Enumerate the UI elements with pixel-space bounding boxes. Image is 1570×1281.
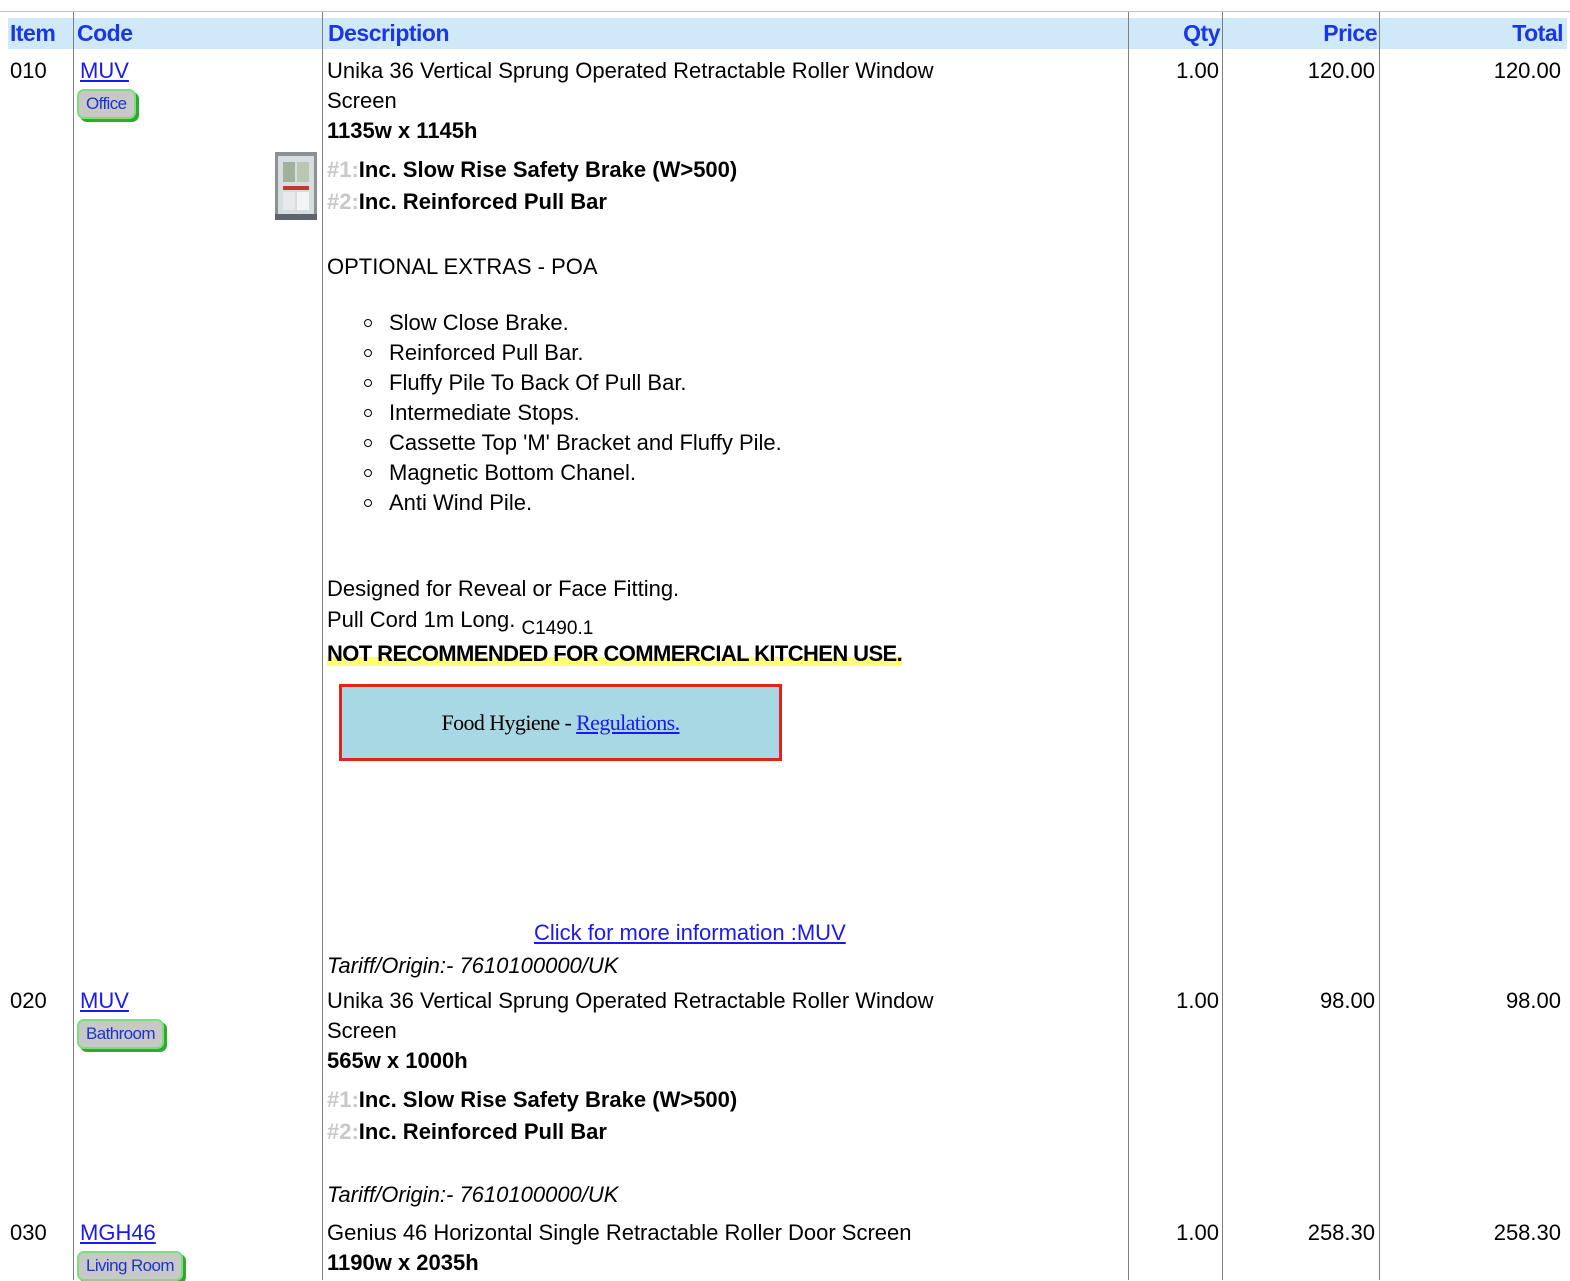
product-thumbnail[interactable] [275,152,317,220]
item-description: Unika 36 Vertical Sprung Operated Retrac… [327,58,934,83]
option-line: #2:Inc. Reinforced Pull Bar [327,189,607,215]
fitting-note: Designed for Reveal or Face Fitting. [327,576,680,601]
warning-highlight: NOT RECOMMENDED FOR COMMERCIAL KITCHEN U… [327,641,903,666]
option-number: #1: [327,1087,359,1112]
item-number: 010 [10,58,47,83]
extras-list: Slow Close Brake. Reinforced Pull Bar. F… [364,308,782,518]
regulations-link[interactable]: Regulations. [576,710,680,735]
pull-cord-note: Pull Cord 1m Long. [327,607,516,632]
reference-code: C1490.1 [521,618,594,639]
item-number: 030 [10,1220,47,1245]
product-code-link[interactable]: MGH46 [80,1220,156,1246]
item-total: 98.00 [1505,988,1561,1013]
item-total: 258.30 [1493,1220,1561,1245]
extras-heading: OPTIONAL EXTRAS - POA [327,254,598,279]
list-item: Slow Close Brake. [364,308,782,338]
option-text: Inc. Reinforced Pull Bar [358,189,607,214]
item-total: 120.00 [1493,58,1561,83]
hygiene-text: Food Hygiene - [441,710,577,735]
item-description: Unika 36 Vertical Sprung Operated Retrac… [327,988,934,1013]
column-divider [1222,12,1223,1280]
item-size: 565w x 1000h [327,1048,468,1073]
option-text: Inc. Slow Rise Safety Brake (W>500) [358,157,738,182]
item-price: 98.00 [1319,988,1375,1013]
list-item: Anti Wind Pile. [364,488,782,518]
column-divider [322,12,323,1280]
header-price: Price [1323,20,1377,46]
column-divider [73,12,74,1280]
column-divider [1128,12,1129,1280]
product-code-link[interactable]: MUV [80,988,129,1014]
list-item: Intermediate Stops. [364,398,782,428]
tariff-origin: Tariff/Origin:- 7610100000/UK [327,953,619,978]
column-divider [1379,12,1380,1280]
header-item: Item [10,20,56,46]
product-code-link[interactable]: MUV [80,58,129,84]
quote-table: Item Code Description Qty Price Total 01… [0,0,1570,1281]
item-qty: 1.00 [1176,1220,1219,1245]
item-qty: 1.00 [1176,58,1219,83]
header-code: Code [77,20,133,46]
header-total: Total [1512,20,1563,46]
option-number: #2: [327,189,359,214]
room-tag: Living Room [77,1251,183,1281]
table-top-border [0,11,1570,12]
list-item: Reinforced Pull Bar. [364,338,782,368]
room-tag: Office [77,89,136,119]
item-description: Genius 46 Horizontal Single Retractable … [327,1220,912,1245]
option-text: Inc. Slow Rise Safety Brake (W>500) [358,1087,738,1112]
list-item: Fluffy Pile To Back Of Pull Bar. [364,368,782,398]
item-number: 020 [10,988,47,1013]
option-line: #1:Inc. Slow Rise Safety Brake (W>500) [327,1087,737,1113]
option-number: #1: [327,157,359,182]
list-item: Magnetic Bottom Chanel. [364,458,782,488]
pull-cord-line: Pull Cord 1m Long. C1490.1 [327,607,593,639]
header-description: Description [328,20,450,46]
item-price: 120.00 [1307,58,1375,83]
item-description-cont: Screen [327,88,397,113]
tariff-origin: Tariff/Origin:- 7610100000/UK [327,1182,619,1207]
item-price: 258.30 [1307,1220,1375,1245]
item-size: 1135w x 1145h [327,118,478,143]
warning-text: NOT RECOMMENDED FOR COMMERCIAL KITCHEN U… [327,641,903,667]
item-description-cont: Screen [327,1018,397,1043]
item-qty: 1.00 [1176,988,1219,1013]
option-line: #1:Inc. Slow Rise Safety Brake (W>500) [327,157,737,183]
option-text: Inc. Reinforced Pull Bar [358,1119,607,1144]
header-qty: Qty [1183,20,1220,46]
option-line: #2:Inc. Reinforced Pull Bar [327,1119,607,1145]
item-size: 1190w x 2035h [327,1250,479,1275]
room-tag: Bathroom [77,1019,164,1049]
more-info-link[interactable]: Click for more information :MUV [534,920,846,946]
food-hygiene-box: Food Hygiene - Regulations. [339,684,782,761]
option-number: #2: [327,1119,359,1144]
list-item: Cassette Top 'M' Bracket and Fluffy Pile… [364,428,782,458]
